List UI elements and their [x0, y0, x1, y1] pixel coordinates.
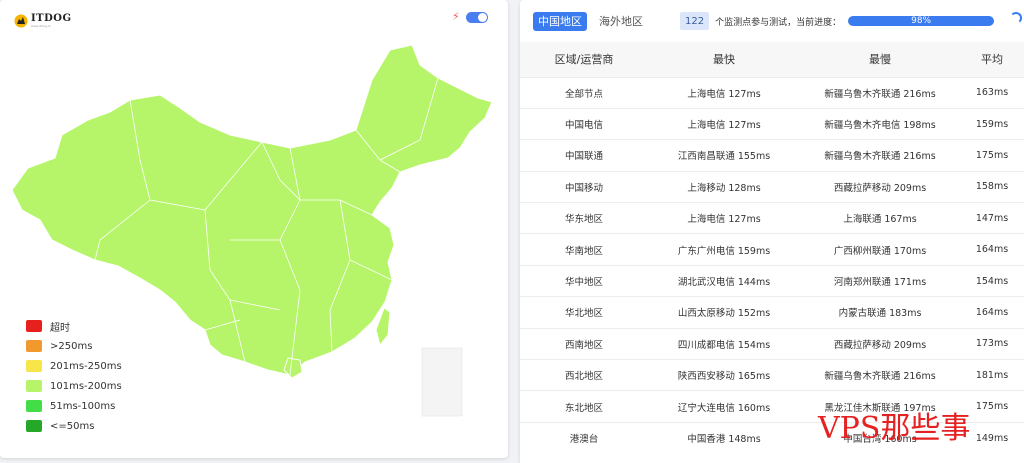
average-cell: 147ms [975, 212, 1009, 224]
legend-swatch [26, 340, 42, 352]
watermark-text: VPS那些事 [818, 411, 971, 446]
legend-item: 101ms-200ms [26, 376, 122, 396]
fastest-cell: 上海电信 127ms [687, 214, 761, 226]
fastest-cell: 上海电信 127ms [687, 88, 761, 100]
region-cell: 华中地区 [564, 277, 603, 289]
region-cell: 西南地区 [564, 339, 603, 351]
column-header-fastest[interactable]: 最快 [648, 42, 800, 77]
tab-china[interactable]: 中国地区 [533, 11, 587, 31]
legend-swatch [26, 360, 42, 372]
legend-swatch [26, 400, 42, 412]
column-header-average[interactable]: 平均 [960, 42, 1024, 77]
legend-label: 201ms-250ms [50, 360, 122, 372]
south-sea-inset [421, 347, 463, 417]
region-cell: 中国联通 [564, 151, 603, 163]
progress-percent: 98% [911, 16, 932, 26]
table-row[interactable]: 西南地区 四川成都电信 154ms 西藏拉萨移动 209ms 173ms [520, 328, 1024, 359]
legend-swatch [26, 420, 42, 432]
legend-label: >250ms [50, 340, 93, 352]
loading-spinner-icon [1010, 12, 1022, 24]
table-row[interactable]: 西北地区 陕西西安移动 165ms 新疆乌鲁木齐联通 216ms 181ms [520, 359, 1024, 391]
fastest-cell: 山西太原移动 152ms [677, 308, 771, 320]
slowest-cell: 新疆乌鲁木齐联通 216ms [824, 151, 936, 163]
region-cell: 全部节点 [564, 88, 603, 100]
map-panel: ITDOG www.itdog.cn ⚡ 超时 >250ms 201ms-250… [0, 0, 508, 458]
results-panel: 中国地区 海外地区 122 个监测点参与测试，当前进度： 98% 区域/运营商 … [520, 0, 1024, 463]
progress-text: 个监测点参与测试，当前进度： [715, 17, 842, 28]
lightning-icon: ⚡ [452, 10, 460, 23]
region-cell: 中国电信 [564, 120, 603, 132]
table-row[interactable]: 中国移动 上海移动 128ms 西藏拉萨移动 209ms 158ms [520, 171, 1024, 202]
average-cell: 181ms [975, 369, 1009, 381]
progress-bar: 98% [848, 16, 995, 26]
legend-label: 101ms-200ms [50, 380, 122, 392]
fastest-cell: 江西南昌联通 155ms [677, 151, 771, 163]
fastest-cell: 湖北武汉电信 144ms [677, 277, 771, 289]
fastest-cell: 中国香港 148ms [687, 434, 761, 446]
slowest-cell: 广西柳州联通 170ms [833, 245, 927, 257]
column-header-region[interactable]: 区域/运营商 [520, 42, 648, 77]
legend-label: 超时 [50, 322, 70, 334]
average-cell: 164ms [975, 244, 1009, 256]
region-cell: 西北地区 [564, 371, 603, 383]
fastest-cell: 陕西西安移动 165ms [677, 371, 771, 383]
table-row[interactable]: 中国电信 上海电信 127ms 新疆乌鲁木齐电信 198ms 159ms [520, 108, 1024, 139]
table-row[interactable]: 华中地区 湖北武汉电信 144ms 河南郑州联通 171ms 154ms [520, 265, 1024, 296]
region-cell: 华东地区 [564, 214, 603, 226]
fastest-cell: 辽宁大连电信 160ms [677, 402, 771, 414]
column-header-slowest[interactable]: 最慢 [800, 42, 960, 77]
slowest-cell: 新疆乌鲁木齐电信 198ms [824, 120, 936, 132]
average-cell: 163ms [975, 87, 1009, 99]
legend-label: 51ms-100ms [50, 400, 116, 412]
table-row[interactable]: 中国联通 江西南昌联通 155ms 新疆乌鲁木齐联通 216ms 175ms [520, 139, 1024, 171]
slowest-cell: 河南郑州联通 171ms [833, 277, 927, 289]
legend-item: 超时 [26, 316, 122, 336]
average-cell: 159ms [975, 118, 1009, 130]
fastest-cell: 广东广州电信 159ms [677, 245, 771, 257]
region-cell: 港澳台 [569, 434, 599, 446]
monitor-count-badge: 122 [680, 12, 710, 30]
table-row[interactable]: 华南地区 广东广州电信 159ms 广西柳州联通 170ms 164ms [520, 233, 1024, 265]
table-row[interactable]: 全部节点 上海电信 127ms 新疆乌鲁木齐联通 216ms 163ms [520, 77, 1024, 108]
fastest-cell: 上海移动 128ms [687, 182, 761, 194]
legend-swatch [26, 320, 42, 332]
slowest-cell: 内蒙古联通 183ms [838, 308, 922, 320]
legend-item: <=50ms [26, 416, 122, 436]
legend-swatch [26, 380, 42, 392]
legend-item: >250ms [26, 336, 122, 356]
slowest-cell: 西藏拉萨移动 209ms [833, 182, 927, 194]
slowest-cell: 新疆乌鲁木齐联通 216ms [824, 88, 936, 100]
region-cell: 华南地区 [564, 245, 603, 257]
legend-item: 51ms-100ms [26, 396, 122, 416]
table-header-row: 区域/运营商 最快 最慢 平均 [520, 42, 1024, 77]
slowest-cell: 上海联通 167ms [843, 214, 917, 226]
dog-logo-icon [14, 14, 28, 28]
results-toolbar: 中国地区 海外地区 122 个监测点参与测试，当前进度： 98% [520, 0, 1024, 42]
latency-legend: 超时 >250ms 201ms-250ms 101ms-200ms 51ms-1… [26, 316, 122, 436]
region-cell: 东北地区 [564, 402, 603, 414]
table-row[interactable]: 华北地区 山西太原移动 152ms 内蒙古联通 183ms 164ms [520, 296, 1024, 328]
tab-overseas[interactable]: 海外地区 [594, 12, 648, 31]
logo: ITDOG www.itdog.cn [14, 14, 72, 28]
taiwan-region[interactable] [375, 307, 391, 347]
hainan-region[interactable] [283, 357, 303, 379]
average-cell: 164ms [975, 306, 1009, 318]
mode-toggle[interactable] [466, 12, 488, 23]
results-table: 区域/运营商 最快 最慢 平均 全部节点 上海电信 127ms 新疆乌鲁木齐联通… [520, 42, 1024, 454]
slowest-cell: 西藏拉萨移动 209ms [833, 339, 927, 351]
slowest-cell: 新疆乌鲁木齐联通 216ms [824, 371, 936, 383]
average-cell: 173ms [975, 338, 1009, 350]
average-cell: 158ms [975, 181, 1009, 193]
logo-subtitle: www.itdog.cn [31, 24, 52, 28]
region-cell: 华北地区 [564, 308, 603, 320]
fastest-cell: 四川成都电信 154ms [677, 339, 771, 351]
logo-title: ITDOG [31, 13, 72, 24]
fastest-cell: 上海电信 127ms [687, 120, 761, 132]
legend-item: 201ms-250ms [26, 356, 122, 376]
table-row[interactable]: 华东地区 上海电信 127ms 上海联通 167ms 147ms [520, 202, 1024, 234]
average-cell: 175ms [975, 149, 1009, 161]
region-cell: 中国移动 [564, 182, 603, 194]
legend-label: <=50ms [50, 420, 95, 432]
average-cell: 154ms [975, 275, 1009, 287]
